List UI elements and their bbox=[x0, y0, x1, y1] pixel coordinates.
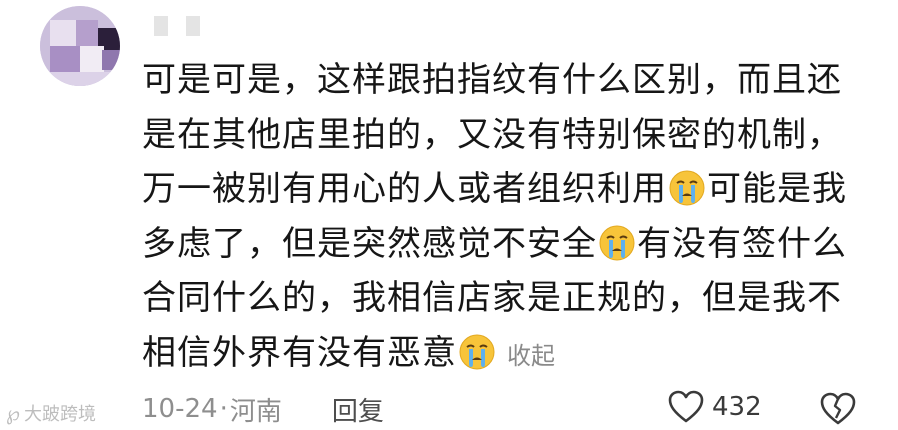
crying-face-icon bbox=[669, 170, 705, 206]
crying-face-icon bbox=[599, 225, 635, 260]
comment-meta: 10-24 · 河南 回复 bbox=[142, 389, 384, 429]
avatar-pixel bbox=[50, 20, 76, 46]
comment-line-part: 万一被别有用心的人或者组织利用 bbox=[142, 169, 667, 209]
heart-icon bbox=[668, 390, 704, 423]
meta-separator: · bbox=[219, 394, 228, 424]
avatar-pixel bbox=[40, 72, 120, 86]
comment-line: 万一被别有用心的人或者组织利用 可能是我 bbox=[142, 162, 882, 217]
comment-date: 10-24 bbox=[142, 394, 218, 424]
crying-face-icon bbox=[459, 334, 495, 369]
watermark: ℘ 大跛跨境 bbox=[6, 400, 96, 426]
reply-button[interactable]: 回复 bbox=[332, 391, 384, 428]
avatar-pixel bbox=[102, 50, 120, 70]
username-blurred[interactable] bbox=[150, 10, 220, 40]
comment-text: 可是可是，这样跟拍指纹有什么区别，而且还 是在其他店里拍的，又没有特别保密的机制… bbox=[142, 53, 882, 380]
avatar-pixel bbox=[76, 20, 98, 46]
username-block bbox=[186, 16, 200, 36]
avatar[interactable] bbox=[40, 6, 120, 86]
comment-line-part: 可能是我 bbox=[707, 169, 847, 209]
username-block bbox=[154, 16, 168, 36]
watermark-text: 大跛跨境 bbox=[23, 404, 96, 425]
collapse-link[interactable]: 收起 bbox=[507, 342, 555, 370]
comment-line-part: 多虑了，但是突然感觉不安全 bbox=[142, 223, 597, 264]
comment-line: 相信外界有没有恶意 收起 bbox=[142, 326, 882, 381]
comment-location: 河南 bbox=[229, 396, 282, 427]
like-count: 432 bbox=[712, 392, 762, 422]
avatar-pixel bbox=[80, 46, 104, 72]
avatar-pixel bbox=[50, 46, 80, 72]
dislike-button[interactable] bbox=[820, 392, 856, 430]
comment-line-part: 有没有签什么 bbox=[637, 223, 847, 264]
comment-item: 可是可是，这样跟拍指纹有什么区别，而且还 是在其他店里拍的，又没有特别保密的机制… bbox=[0, 0, 898, 430]
like-button[interactable]: 432 bbox=[668, 390, 762, 424]
comment-line-part: 相信外界有没有恶意 bbox=[142, 332, 457, 373]
comment-line: 合同什么的，我相信店家是正规的，但是我不 bbox=[142, 278, 842, 318]
comment-line: 是在其他店里拍的，又没有特别保密的机制， bbox=[142, 114, 842, 155]
comment-line: 可是可是，这样跟拍指纹有什么区别，而且还 bbox=[142, 60, 842, 100]
comment-line: 多虑了，但是突然感觉不安全 有没有签什么 bbox=[142, 217, 882, 272]
watermark-logo-icon: ℘ bbox=[6, 401, 20, 425]
broken-heart-icon bbox=[820, 392, 856, 425]
